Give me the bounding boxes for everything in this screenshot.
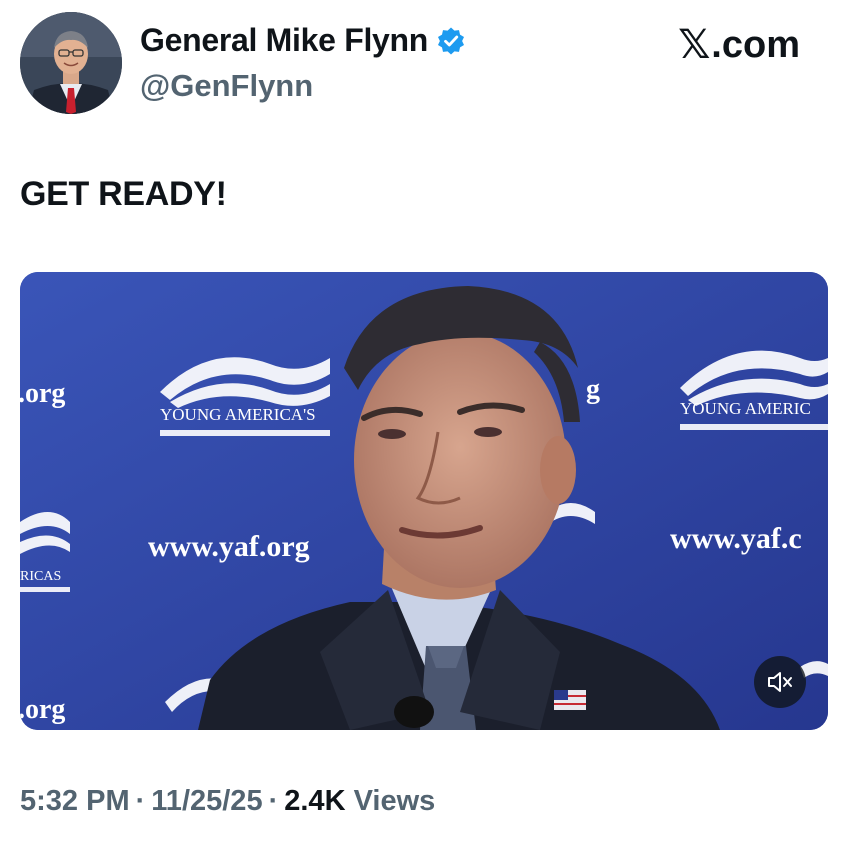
x-com-watermark: 𝕏 .com [678,22,800,68]
profile-photo-icon [20,12,122,114]
video-frame: YOUNG AMERICA'S YOUNG AMERIC RICAS .org … [20,272,828,730]
tweet-time[interactable]: 5:32 PM [20,785,130,817]
backdrop-org-1: .org [20,378,65,409]
mute-toggle-button[interactable] [754,656,806,708]
backdrop-brand-2: YOUNG AMERIC [680,399,811,418]
tweet-date[interactable]: 11/25/25 [151,785,262,817]
tweet-metadata: 5:32 PM · 11/25/25 · 2.4K Views [20,785,435,818]
backdrop-org-3: .org [20,694,65,725]
meta-separator: · [135,785,146,817]
meta-separator: · [268,785,279,817]
author-handle[interactable]: @GenFlynn [140,68,313,104]
backdrop-url-1: www.yaf.org [148,530,310,563]
speaker-muted-icon [768,672,792,692]
author-name-row[interactable]: General Mike Flynn [140,22,466,59]
x-logo-icon: 𝕏 [678,22,711,68]
views-label: Views [353,785,436,817]
views-count[interactable]: 2.4K [284,785,345,817]
backdrop-brand-1: YOUNG AMERICA'S [160,405,316,424]
backdrop-brand-3: RICAS [20,569,61,584]
x-domain-text: .com [711,23,800,66]
verified-badge-icon [436,26,466,56]
backdrop-org-2: g [586,374,600,405]
backdrop-url-2: www.yaf.c [670,522,802,555]
author-display-name[interactable]: General Mike Flynn [140,22,428,59]
video-player[interactable]: YOUNG AMERICA'S YOUNG AMERIC RICAS .org … [20,272,828,730]
tweet-text: GET READY! [20,175,227,213]
avatar[interactable] [20,12,122,114]
